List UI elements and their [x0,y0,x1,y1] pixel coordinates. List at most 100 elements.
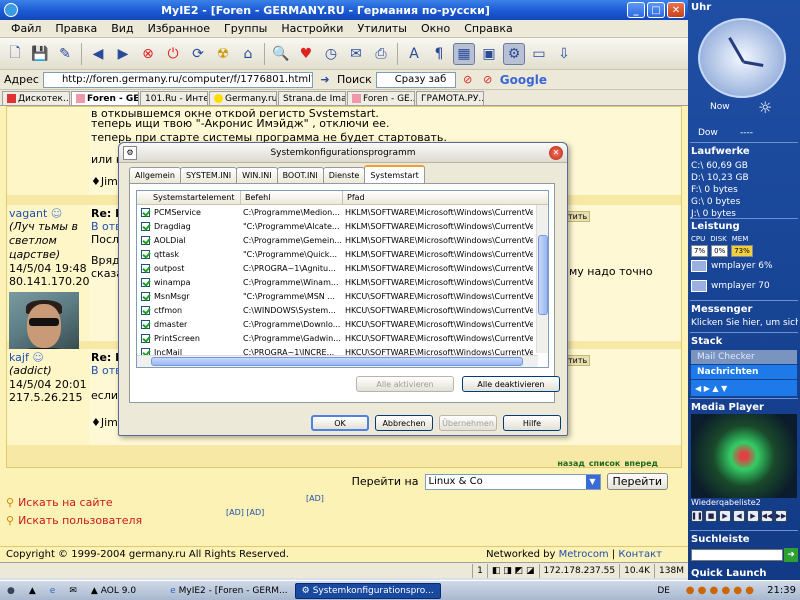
layout-icon[interactable]: ▦ [453,42,475,65]
startup-row[interactable]: dmaster C:\Programme\Downlo... HKCU\SOFTWA… [137,317,548,331]
search-user-link[interactable]: Искать пользователя [18,514,142,527]
goto-button[interactable]: Перейти [606,473,668,490]
apply-button[interactable]: Übernehmen [439,415,497,431]
quick-launch-mail-icon[interactable]: ✉ [62,583,84,599]
disable-all-button[interactable]: Alle deaktivieren [462,376,560,392]
task-aol[interactable]: ▲ AOL 9.0 [84,583,143,599]
scrollbar-thumb[interactable] [151,357,523,366]
startup-checkbox[interactable] [141,249,150,259]
search-site-link[interactable]: Искать на сайте [18,496,113,509]
screen-icon[interactable]: ▭ [528,43,550,65]
ad-link[interactable]: [AD] [306,494,324,503]
refresh-icon[interactable]: ⟳ [187,43,209,65]
startup-checkbox[interactable] [141,235,150,245]
startup-checkbox[interactable] [141,319,150,329]
tab-boot-ini[interactable]: BOOT.INI [276,167,324,183]
startup-row[interactable]: PrintScreen C:\Programme\Gadwin... HKCU\SO… [137,331,548,345]
power-icon[interactable]: ⏻ [162,43,184,65]
tab-win-ini[interactable]: WIN.INI [236,167,278,183]
search-input[interactable] [375,71,456,88]
sidebar-search-input[interactable] [691,549,783,561]
startup-checkbox[interactable] [141,221,150,231]
username[interactable]: kajf [9,351,29,364]
tray-icons[interactable]: ● ● ● ● ● ● [686,585,754,596]
startup-row[interactable]: winampa C:\Programme\Winam... HKLM\SOFTWAR… [137,275,548,289]
back-icon[interactable]: ◀ [87,43,109,65]
tab-item[interactable]: Дискотек... [2,91,70,105]
news-item[interactable]: Nachrichten [691,365,797,379]
menu-window[interactable]: Окно [414,22,457,35]
startup-checkbox[interactable] [141,305,150,315]
font-icon[interactable]: A [403,43,425,65]
tab-item[interactable]: 101.Ru - Инте... [140,91,208,105]
menu-view[interactable]: Вид [104,22,140,35]
startup-checkbox[interactable] [141,207,150,217]
quick-launch-aim-icon[interactable]: ▲ [22,583,43,599]
startup-row[interactable]: qttask "C:\Programme\Quick... HKLM\SOFTWAR… [137,247,548,261]
edit-icon[interactable]: ✎ [54,43,76,65]
menu-file[interactable]: Файл [4,22,48,35]
nav-list-link[interactable]: список [589,459,621,468]
radiation-icon[interactable]: ☢ [212,43,234,65]
quick-launch-ie-icon[interactable]: e [43,583,63,599]
go-icon[interactable]: ➜ [317,72,333,88]
tab-item[interactable]: Germany.ru [209,91,277,105]
tab-startup[interactable]: Systemstart [364,165,425,183]
column-path[interactable]: Pfad [343,191,538,204]
nav-back-link[interactable]: назад [557,459,584,468]
tab-item[interactable]: Strana.de Ima... [278,91,346,105]
save-icon[interactable]: 💾 [29,43,51,65]
download-icon[interactable]: ⇩ [553,43,575,65]
menu-edit[interactable]: Правка [48,22,104,35]
task-msconfig[interactable]: ⚙ Systemkonfigurationspro... [294,582,441,599]
go-icon[interactable]: ➜ [784,548,798,562]
column-command[interactable]: Befehl [241,191,343,204]
startup-row[interactable]: outpost C:\PROGRA~1\Agnitu... HKLM\SOFTWAR… [137,261,548,275]
settings-icon[interactable]: ⚙ [503,42,525,65]
maximize-button[interactable]: □ [647,2,665,18]
reply-button[interactable]: тить [565,355,591,366]
username[interactable]: vagant [9,207,47,220]
dialog-close-button[interactable]: ✕ [549,145,563,160]
home-icon[interactable]: ⌂ [237,43,259,65]
ok-button[interactable]: OK [311,415,369,431]
startup-row[interactable]: Dragdiag "C:\Programme\Alcate... HKLM\SOFT… [137,219,548,233]
block-icon[interactable]: ⊘ [460,72,476,88]
menu-tools[interactable]: Утилиты [350,22,414,35]
startup-checkbox[interactable] [141,277,150,287]
metrocom-link[interactable]: Metrocom [559,549,609,560]
startup-row[interactable]: MsnMsgr "C:\Programme\MSN ... HKCU\SOFTWAR… [137,289,548,303]
startup-checkbox[interactable] [141,333,150,343]
language-indicator[interactable]: DE [657,586,670,596]
stop-icon[interactable]: ■ [705,510,717,522]
cancel-button[interactable]: Abbrechen [375,415,433,431]
help-button[interactable]: Hilfe [503,415,561,431]
menu-groups[interactable]: Группы [217,22,274,35]
url-input[interactable] [42,71,313,88]
startup-checkbox[interactable] [141,263,150,273]
nav-forward-link[interactable]: вперед [624,459,658,468]
tab-system-ini[interactable]: SYSTEM.INI [179,167,238,183]
history-icon[interactable]: ◷ [320,43,342,65]
menu-help[interactable]: Справка [457,22,519,35]
rewind-icon[interactable]: ◀◀ [761,510,773,522]
contact-link[interactable]: Контакт [618,549,662,560]
startup-checkbox[interactable] [141,291,150,301]
mail-icon[interactable]: ✉ [345,43,367,65]
menu-settings[interactable]: Настройки [274,22,350,35]
ad-link[interactable]: [AD] [AD] [226,508,264,517]
vertical-scrollbar[interactable] [536,205,548,353]
prev-icon[interactable]: ◀ [733,510,745,522]
scrollbar-thumb[interactable] [538,235,548,315]
messenger-signin-link[interactable]: Klicken Sie hier, um sich anz [691,318,798,328]
minimize-button[interactable]: _ [627,2,645,18]
google-search-button[interactable]: Google [500,73,547,87]
close-button[interactable]: ✕ [667,2,685,18]
reply-button[interactable]: тить [565,211,591,222]
play-icon[interactable]: ▶ [719,510,731,522]
new-page-icon[interactable]: 🗋 [4,43,26,65]
stop-icon[interactable]: ⊗ [137,43,159,65]
startup-row[interactable]: PCMService C:\Programme\Medion... HKLM\SOF… [137,205,548,219]
tab-item-active[interactable]: Foren - GE... [71,91,139,105]
horizontal-scrollbar[interactable] [137,355,538,367]
